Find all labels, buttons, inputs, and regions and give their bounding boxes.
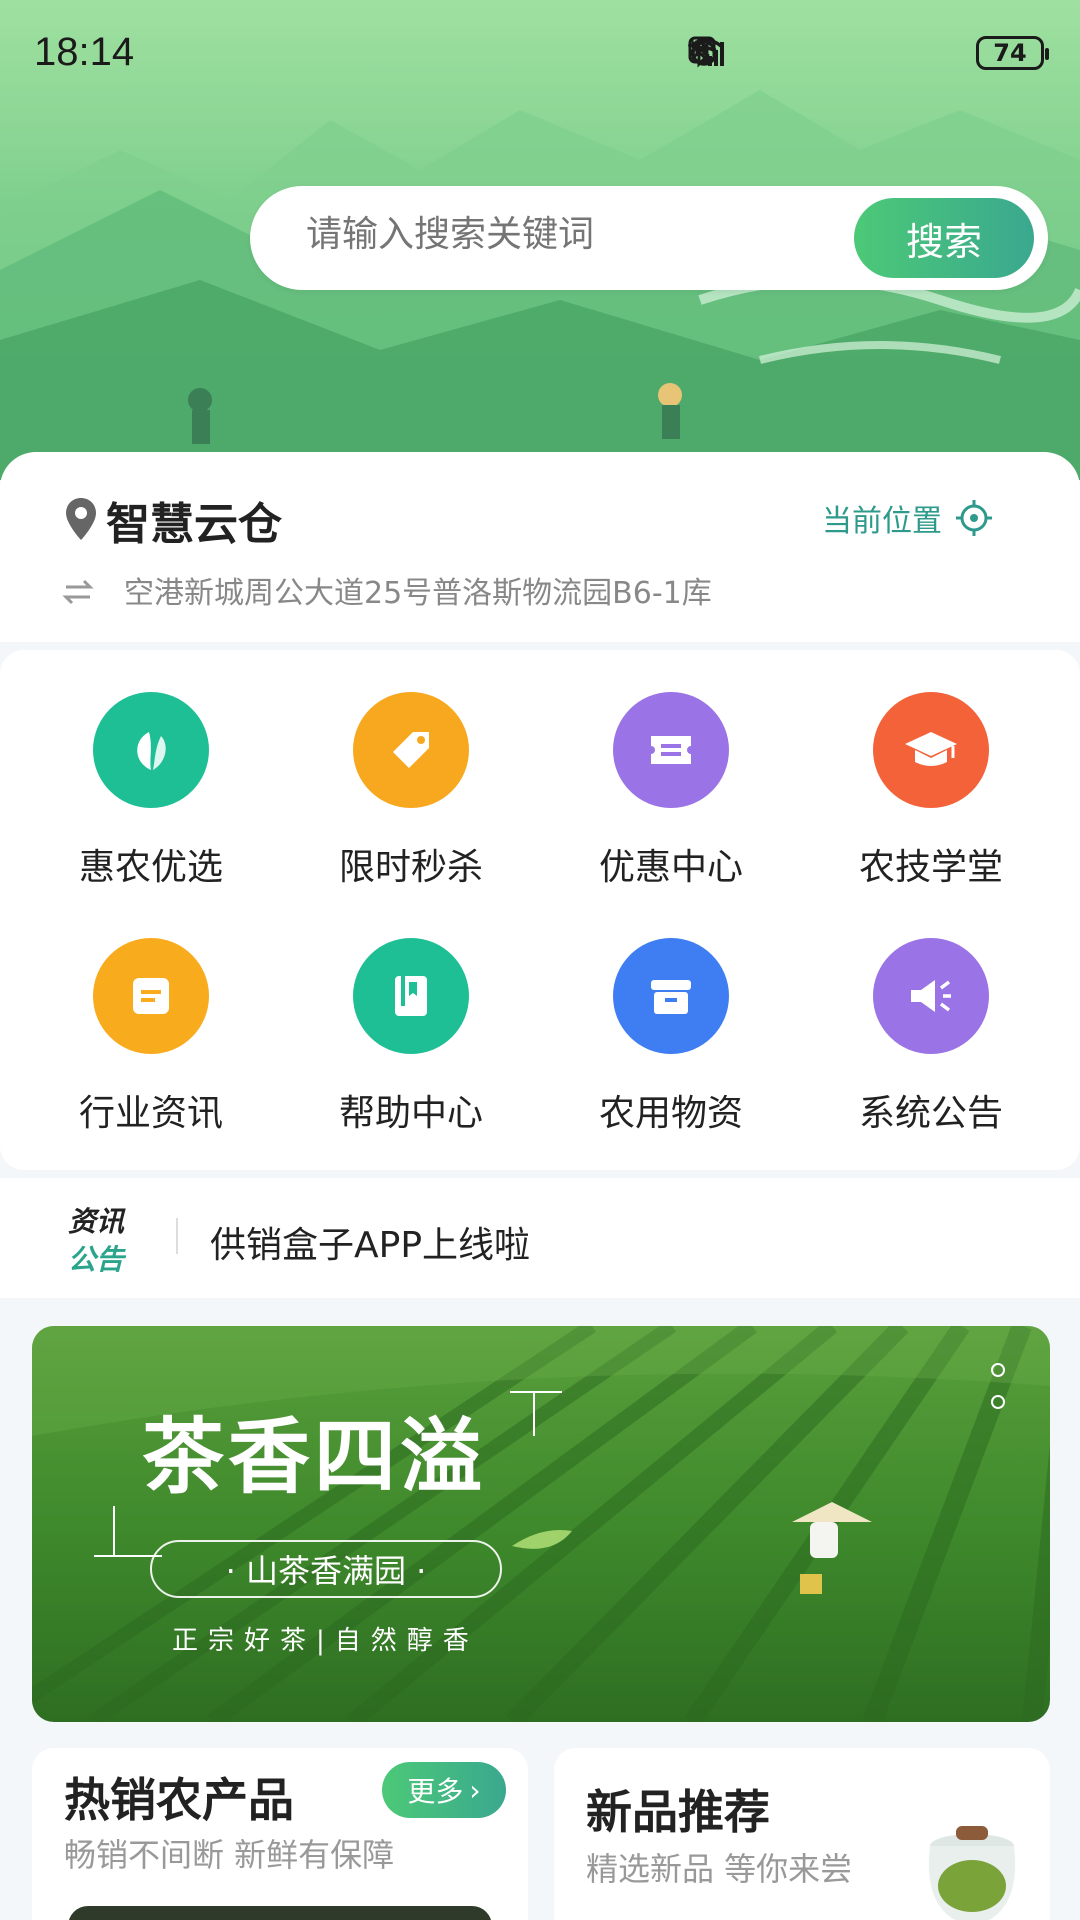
swap-icon[interactable]: [60, 576, 96, 608]
grid-item-system-notice[interactable]: 系统公告: [821, 938, 1041, 1158]
box-icon: [613, 938, 729, 1054]
grid-label: 限时秒杀: [338, 847, 483, 888]
battery-level: 74: [993, 39, 1027, 67]
grid-item-agri-school[interactable]: 农技学堂: [821, 692, 1041, 912]
status-time: 18:14: [34, 30, 135, 74]
card-title: 新品推荐: [586, 1785, 770, 1839]
grid-item-flash-sale[interactable]: 限时秒杀: [301, 692, 521, 912]
alarm-icon: [691, 37, 770, 69]
grid-label: 系统公告: [858, 1093, 1003, 1134]
card-title: 热销农产品: [64, 1773, 294, 1827]
grid-item-help-center[interactable]: 帮助中心: [301, 938, 521, 1158]
more-label: 更多: [407, 1775, 464, 1808]
feature-grid: 惠农优选 限时秒杀 优惠中心 农技学堂 行业资讯 帮助中心 农用物资 系统公告: [0, 650, 1080, 1170]
notice-text[interactable]: 供销盒子APP上线啦: [210, 1216, 530, 1268]
chevron-right-icon: ›: [469, 1773, 481, 1807]
tea-jar-image: [929, 1826, 1015, 1920]
card-subtitle: 精选新品 等你来尝: [586, 1850, 853, 1888]
grid-label: 优惠中心: [598, 847, 743, 888]
locate-icon[interactable]: [954, 498, 994, 538]
bluetooth-icon: [690, 36, 818, 69]
signal-4g-icon: 4G: [688, 37, 962, 69]
grid-item-agri-supplies[interactable]: 农用物资: [561, 938, 781, 1158]
current-location-link[interactable]: 当前位置: [822, 496, 942, 540]
signal-4g-icon: 4G: [688, 37, 914, 69]
tag-icon: [353, 692, 469, 808]
more-button[interactable]: 更多 ›: [382, 1762, 506, 1818]
grid-label: 惠农优选: [78, 847, 223, 888]
product-thumbnail[interactable]: [68, 1906, 492, 1920]
banner-tagline: · 山茶香满园 ·: [150, 1540, 502, 1598]
divider: [176, 1218, 178, 1254]
graduation-cap-icon: [873, 692, 989, 808]
promo-banner[interactable]: 茶香四溢 · 山茶香满园 · 正宗好茶|自然醇香: [32, 1326, 1050, 1722]
grid-item-industry-news[interactable]: 行业资讯: [41, 938, 261, 1158]
note-icon: [93, 938, 209, 1054]
banner-subtitle: 正宗好茶|自然醇香: [172, 1626, 479, 1656]
banner-title: 茶香四溢: [142, 1409, 487, 1505]
search-button[interactable]: 搜索: [854, 198, 1034, 278]
hero-background: 18:14 4G 4G 74 搜索: [0, 0, 1080, 480]
grid-label: 农技学堂: [858, 847, 1003, 888]
card-subtitle: 畅销不间断 新鲜有保障: [64, 1836, 395, 1874]
new-products-card[interactable]: 新品推荐 精选新品 等你来尝: [554, 1748, 1050, 1920]
grid-label: 农用物资: [598, 1093, 743, 1134]
notice-tag-announcement: 公告: [68, 1243, 125, 1276]
battery-indicator: 74: [976, 36, 1049, 70]
book-icon: [353, 938, 469, 1054]
notice-tag-news: 资讯: [68, 1205, 125, 1238]
grid-label: 行业资讯: [78, 1093, 223, 1134]
search-input[interactable]: [306, 214, 826, 255]
leaf-icon: [93, 692, 209, 808]
warehouse-name[interactable]: 智慧云仓: [106, 488, 282, 552]
search-bar: 搜索: [250, 186, 1048, 290]
location-pin-icon: [66, 498, 96, 540]
location-card: 智慧云仓 当前位置 空港新城周公大道25号普洛斯物流园B6-1库: [0, 452, 1080, 642]
grid-label: 帮助中心: [338, 1093, 483, 1134]
wifi-icon: [689, 37, 866, 69]
status-icons: 4G 4G 74: [688, 36, 1049, 70]
tea-field-image: [32, 1326, 1050, 1722]
hot-products-card[interactable]: 热销农产品 更多 › 畅销不间断 新鲜有保障: [32, 1748, 528, 1920]
status-bar: 18:14 4G 4G 74: [0, 0, 1080, 110]
warehouse-address: 空港新城周公大道25号普洛斯物流园B6-1库: [124, 576, 712, 611]
grid-item-huinong[interactable]: 惠农优选: [41, 692, 261, 912]
announcement-bar[interactable]: 资讯 公告 供销盒子APP上线啦: [0, 1178, 1080, 1298]
svg-text:4G: 4G: [688, 37, 704, 51]
speaker-icon: [873, 938, 989, 1054]
grid-item-discount-center[interactable]: 优惠中心: [561, 692, 781, 912]
coupon-icon: [613, 692, 729, 808]
